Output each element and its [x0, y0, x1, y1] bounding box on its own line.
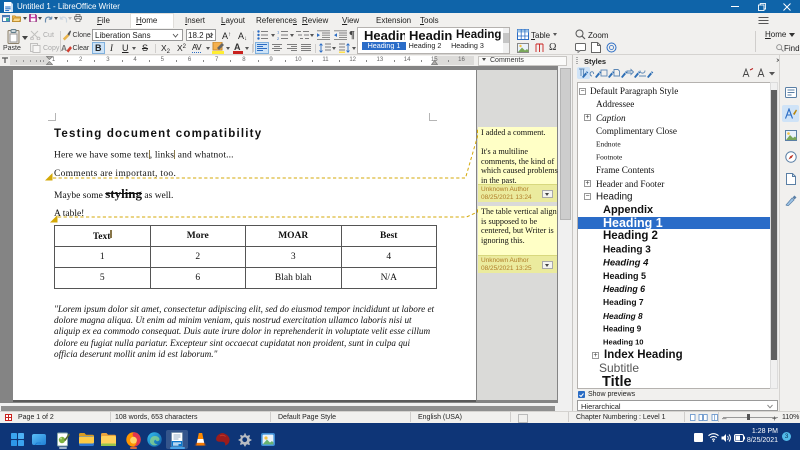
svg-text:2: 2: [277, 36, 280, 40]
svg-text:A: A: [61, 44, 67, 53]
svg-text:1: 1: [277, 30, 280, 35]
